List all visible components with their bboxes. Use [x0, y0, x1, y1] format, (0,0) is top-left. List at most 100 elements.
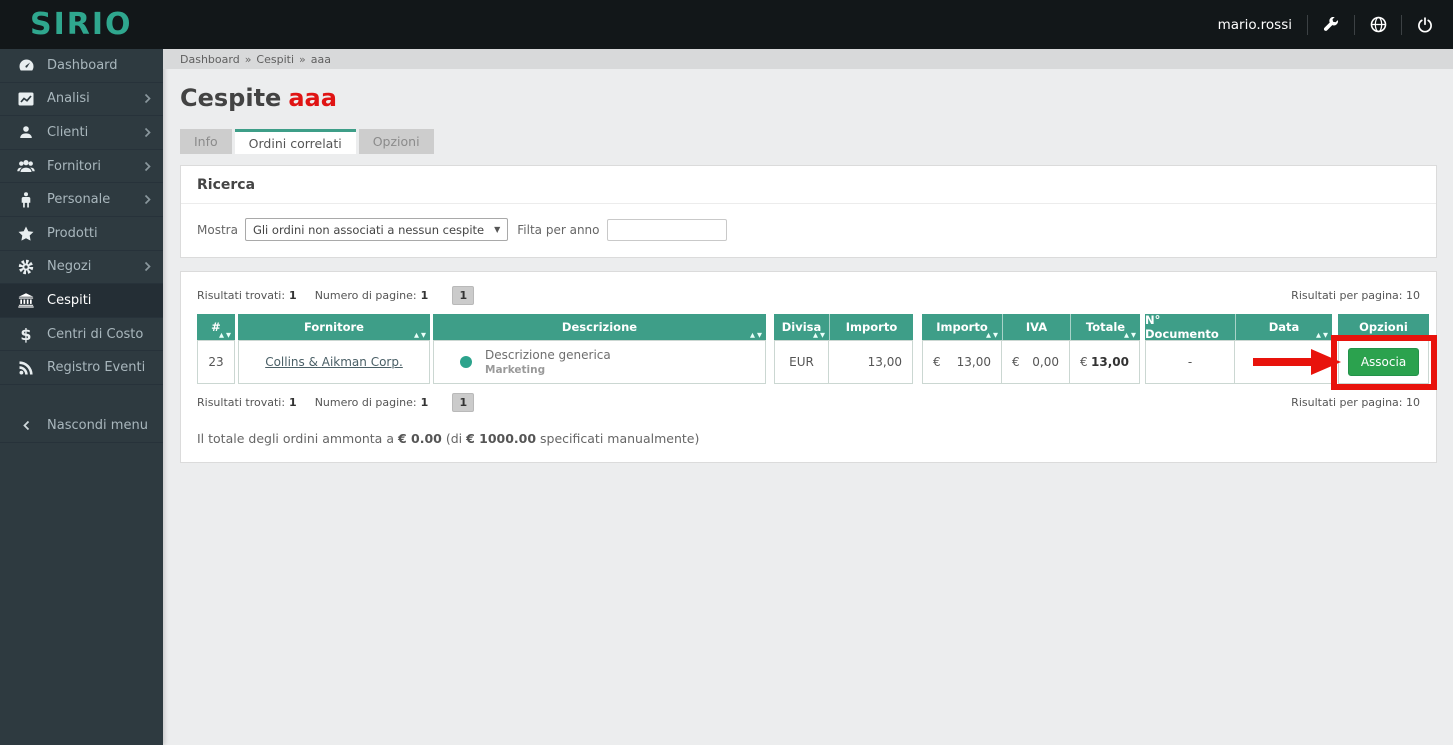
- sidebar-item-clienti[interactable]: Clienti: [0, 116, 163, 150]
- year-filter-label: Filta per anno: [517, 222, 600, 237]
- chevron-left-icon: [14, 420, 38, 431]
- caret-down-icon: ▼: [494, 225, 501, 234]
- app-root: SIRIO mario.rossi Dashboard Analisi Clie…: [0, 0, 1453, 745]
- username[interactable]: mario.rossi: [1218, 17, 1292, 33]
- tab-ordini-correlati[interactable]: Ordini correlati: [234, 129, 356, 154]
- dollar-icon: $: [20, 324, 32, 344]
- page-count-label: Numero di pagine:: [314, 289, 417, 302]
- sort-icons: ▲ ▼: [219, 331, 231, 339]
- search-heading: Ricerca: [181, 166, 1436, 204]
- breadcrumb-cespiti[interactable]: Cespiti: [256, 53, 294, 66]
- chevron-right-icon: [144, 93, 151, 104]
- logout-power-button[interactable]: [1413, 13, 1437, 37]
- sirio-logo[interactable]: SIRIO: [0, 0, 133, 49]
- person-icon: [14, 191, 38, 208]
- column-header-fornitore[interactable]: Fornitore ▲ ▼: [238, 314, 430, 340]
- sort-desc-icon: ▼: [757, 331, 762, 339]
- cell-importo: 13,00: [829, 340, 913, 384]
- breadcrumb-separator: »: [244, 52, 252, 66]
- dashboard-icon: [14, 58, 38, 73]
- page-1-button[interactable]: 1: [452, 393, 475, 412]
- divider: [1307, 14, 1308, 35]
- hide-menu-label: Nascondi menu: [47, 417, 148, 433]
- sidebar-item-label: Prodotti: [47, 225, 98, 241]
- main-content: Dashboard » Cespiti » aaa Cespite aaa Inf…: [163, 49, 1453, 745]
- power-icon: [1417, 16, 1433, 33]
- language-globe-button[interactable]: [1366, 13, 1390, 37]
- page-count-value: 1: [420, 396, 429, 409]
- column-header-n-documento[interactable]: N° Documento: [1145, 313, 1235, 341]
- description-line: Descrizione generica: [485, 348, 611, 362]
- status-dot-icon: [460, 356, 472, 368]
- results-found-label: Risultati trovati:: [197, 396, 286, 409]
- rss-icon: [14, 361, 38, 375]
- tab-info[interactable]: Info: [180, 129, 232, 154]
- gear-icon: [14, 259, 38, 275]
- sidebar-item-fornitori[interactable]: Fornitori: [0, 150, 163, 184]
- sort-asc-icon: ▲: [986, 331, 991, 339]
- column-header-divisa[interactable]: Divisa ▲ ▼: [774, 314, 829, 340]
- column-header-descrizione[interactable]: Descrizione ▲ ▼: [433, 314, 766, 340]
- sort-asc-icon: ▲: [414, 331, 419, 339]
- sidebar-item-negozi[interactable]: Negozi: [0, 251, 163, 285]
- sidebar-item-prodotti[interactable]: Prodotti: [0, 217, 163, 251]
- year-filter-input[interactable]: [606, 218, 727, 241]
- tab-opzioni[interactable]: Opzioni: [358, 129, 434, 154]
- per-page-label-bottom: Risultati per pagina: 10: [1291, 396, 1420, 409]
- sort-desc-icon: ▼: [820, 331, 825, 339]
- order-filter-selected-value: Gli ordini non associati a nessun cespit…: [252, 222, 485, 237]
- cell-opzioni: Associa: [1331, 335, 1437, 390]
- sort-desc-icon: ▼: [421, 331, 426, 339]
- table-group-fornitore: Fornitore ▲ ▼ Collins & Aikman Corp.: [238, 314, 430, 384]
- sidebar-item-analisi[interactable]: Analisi: [0, 83, 163, 117]
- page-title: Cespite aaa: [180, 84, 1437, 112]
- order-filter-select[interactable]: Gli ordini non associati a nessun cespit…: [244, 218, 509, 241]
- sort-desc-icon: ▼: [1323, 331, 1328, 339]
- sidebar-item-label: Clienti: [47, 124, 89, 140]
- sidebar-item-registro-eventi[interactable]: Registro Eventi: [0, 351, 163, 385]
- column-header-iva[interactable]: IVA: [1002, 314, 1070, 340]
- category-line: Marketing: [485, 364, 546, 376]
- column-header-data[interactable]: Data ▲ ▼: [1235, 314, 1332, 340]
- sort-desc-icon: ▼: [993, 331, 998, 339]
- orders-table: # ▲ ▼ 23 Fornitore ▲ ▼ Collins & Aikman …: [197, 313, 1437, 390]
- sort-asc-icon: ▲: [1316, 331, 1321, 339]
- table-group-number: # ▲ ▼ 23: [197, 314, 235, 384]
- table-group-documento-data: N° Documento - Data ▲ ▼: [1145, 313, 1341, 384]
- page-count-label: Numero di pagine:: [314, 396, 417, 409]
- cell-iva: € 0,00: [1002, 340, 1070, 384]
- sidebar-item-cespiti[interactable]: Cespiti: [0, 284, 163, 318]
- cell-n-documento: -: [1145, 340, 1235, 384]
- sidebar-item-label: Fornitori: [47, 158, 101, 174]
- cell-data: [1235, 340, 1341, 384]
- column-header-importo-eur[interactable]: Importo ▲ ▼: [922, 314, 1002, 340]
- chevron-right-icon: [144, 127, 151, 138]
- breadcrumb-dashboard[interactable]: Dashboard: [180, 53, 240, 66]
- sort-icons: ▲ ▼: [1316, 331, 1328, 339]
- search-panel: Ricerca Mostra Gli ordini non associati …: [180, 165, 1437, 258]
- column-header-number[interactable]: # ▲ ▼: [197, 314, 235, 340]
- column-header-importo[interactable]: Importo: [829, 314, 913, 340]
- cell-fornitore: Collins & Aikman Corp.: [238, 340, 430, 384]
- associa-button[interactable]: Associa: [1347, 348, 1420, 376]
- sidebar-item-dashboard[interactable]: Dashboard: [0, 49, 163, 83]
- settings-wrench-button[interactable]: [1319, 13, 1343, 37]
- sidebar-item-centri-di-costo[interactable]: $ Centri di Costo: [0, 318, 163, 352]
- wrench-icon: [1323, 16, 1339, 33]
- page-title-highlight: aaa: [288, 84, 337, 112]
- supplier-link[interactable]: Collins & Aikman Corp.: [265, 355, 403, 369]
- page-1-button[interactable]: 1: [452, 286, 475, 305]
- chevron-right-icon: [144, 194, 151, 205]
- globe-icon: [1370, 16, 1387, 33]
- sidebar-item-personale[interactable]: Personale: [0, 183, 163, 217]
- sort-icons: ▲ ▼: [1124, 331, 1136, 339]
- results-found-value: 1: [289, 396, 297, 409]
- divider: [1354, 14, 1355, 35]
- column-header-totale[interactable]: Totale ▲ ▼: [1070, 314, 1140, 340]
- hide-menu-button[interactable]: Nascondi menu: [0, 409, 163, 443]
- chevron-right-icon: [144, 161, 151, 172]
- orders-total-summary: Il totale degli ordini ammonta a € 0.00 …: [197, 431, 700, 446]
- cell-divisa: EUR: [774, 340, 829, 384]
- currency-symbol: €: [1080, 355, 1088, 369]
- column-header-opzioni: Opzioni: [1338, 314, 1429, 340]
